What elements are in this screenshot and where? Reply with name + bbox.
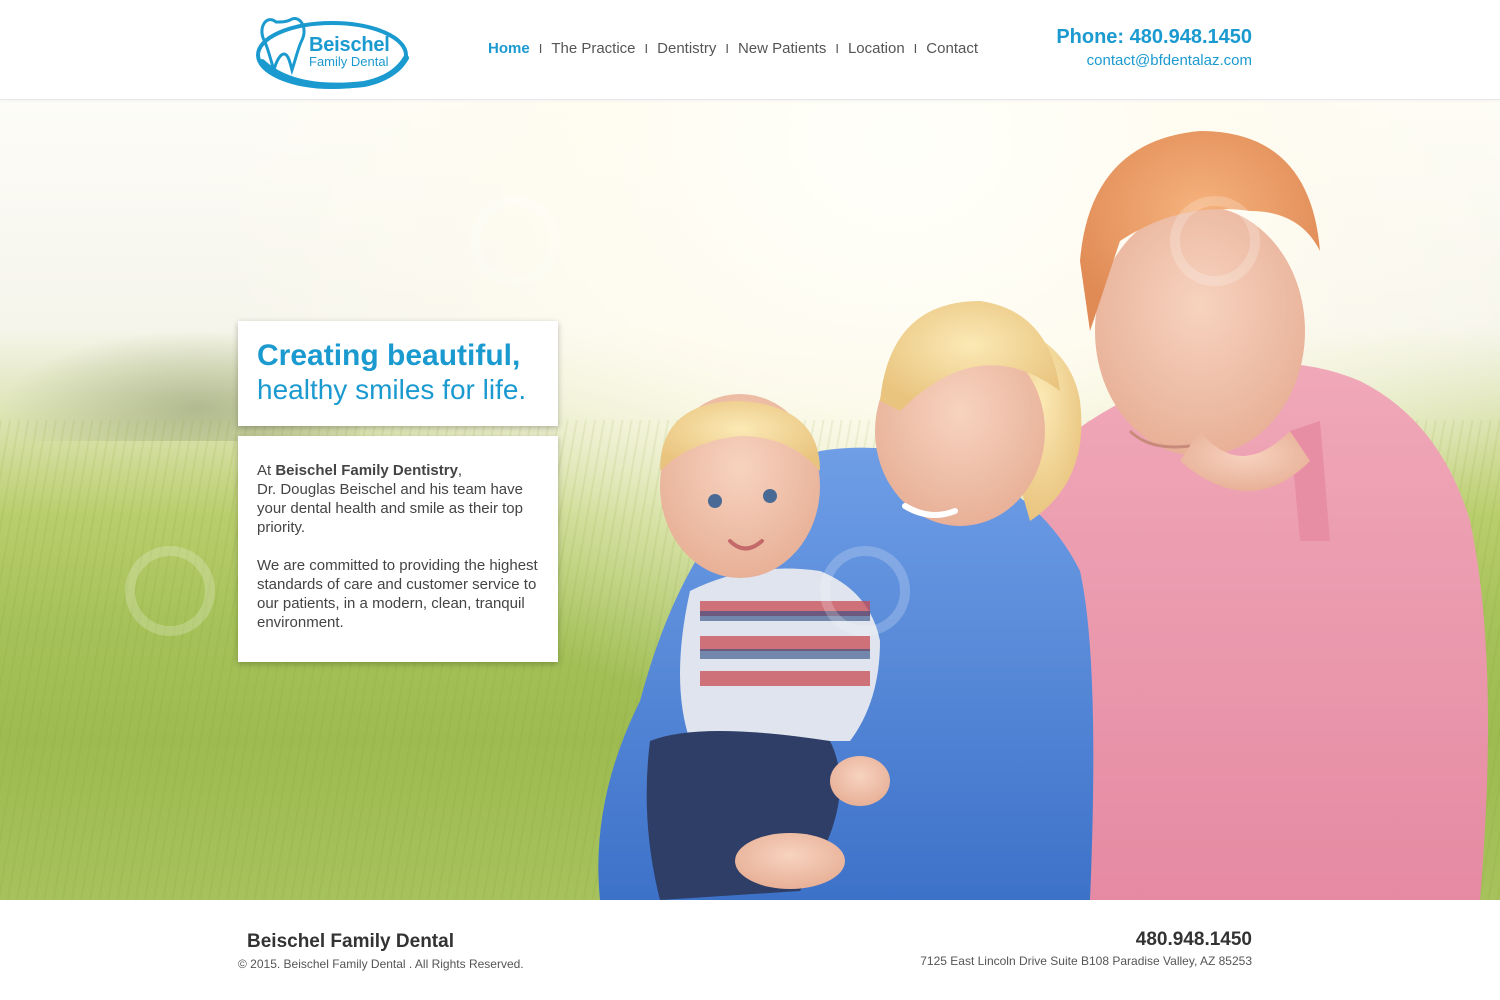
site-header: Beischel Family Dental Home I The Practi… <box>0 0 1500 100</box>
nav-item-new-patients[interactable]: New Patients <box>738 40 826 57</box>
watermark-swirl-icon <box>1170 196 1260 286</box>
footer-copyright: © 2015. Beischel Family Dental . All Rig… <box>238 957 524 971</box>
nav-separator: I <box>725 41 729 56</box>
intro-suffix: , <box>457 462 463 479</box>
nav-item-dentistry[interactable]: Dentistry <box>657 40 716 57</box>
nav-separator: I <box>538 41 543 56</box>
nav-separator: I <box>835 41 839 56</box>
headline-bold: Creating beautiful, <box>257 339 521 372</box>
intro-prefix: At <box>257 462 276 479</box>
intro-paragraph: At Beischel Family Dentistry, Dr. Douglas… <box>257 461 539 537</box>
main-nav: Home I The Practice I Dentistry I New Pa… <box>488 40 978 57</box>
headline-rest: healthy smiles for life. <box>257 374 527 405</box>
header-email-link[interactable]: contact@bfdentalaz.com <box>1056 52 1252 69</box>
intro-card: At Beischel Family Dentistry, Dr. Douglas… <box>238 436 558 662</box>
header-phone[interactable]: Phone: 480.948.1450 <box>1056 26 1252 49</box>
watermark-swirl-icon <box>470 196 560 286</box>
nav-separator: I <box>913 41 918 56</box>
headline-card: Creating beautiful, healthy smiles for l… <box>238 321 558 426</box>
nav-separator: I <box>644 41 649 56</box>
footer-phone[interactable]: 480.948.1450 <box>1136 929 1252 951</box>
nav-item-contact[interactable]: Contact <box>926 40 978 57</box>
nav-item-location[interactable]: Location <box>848 40 905 57</box>
family-photo-icon <box>598 131 1488 900</box>
logo-subtitle: Family Dental <box>309 54 389 69</box>
commitment-paragraph: We are committed to providing the highes… <box>257 557 538 631</box>
logo[interactable]: Beischel Family Dental <box>254 10 414 92</box>
nav-item-the-practice[interactable]: The Practice <box>551 40 635 57</box>
watermark-swirl-icon <box>125 546 215 636</box>
intro-rest: Dr. Douglas Beischel and his team have y… <box>257 481 523 536</box>
nav-item-home[interactable]: Home <box>488 40 530 57</box>
site-footer: Beischel Family Dental © 2015. Beischel … <box>0 900 1500 1000</box>
header-contact: Phone: 480.948.1450 contact@bfdentalaz.c… <box>1056 26 1252 69</box>
hero-banner <box>0 101 1500 900</box>
footer-address: 7125 East Lincoln Drive Suite B108 Parad… <box>920 954 1252 968</box>
intro-practice-name: Beischel Family Dentistry <box>275 462 458 479</box>
footer-practice-name: Beischel Family Dental <box>247 931 454 952</box>
watermark-swirl-icon <box>820 546 910 636</box>
